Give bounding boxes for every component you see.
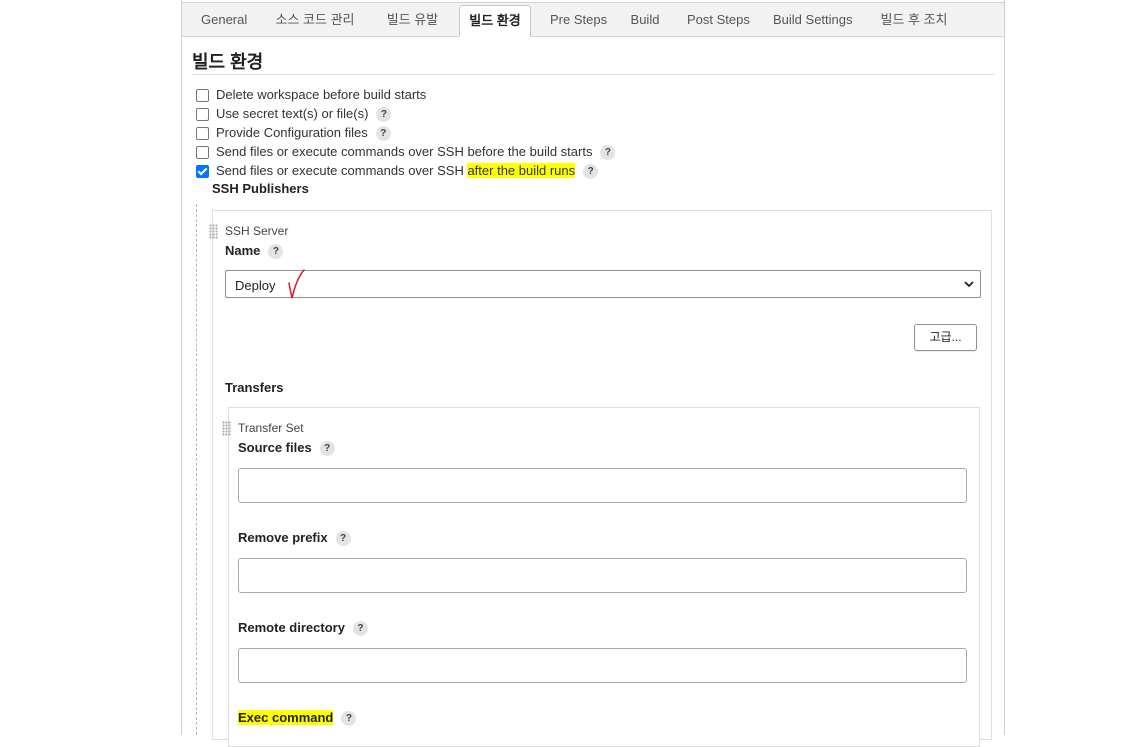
ssh-server-name-select[interactable]: Deploy	[225, 270, 981, 298]
ssh-server-heading: SSH Server	[225, 224, 289, 238]
source-files-label: Source files?	[238, 440, 335, 457]
option-label: Send files or execute commands over SSH	[216, 163, 468, 178]
help-icon[interactable]: ?	[375, 126, 391, 142]
provide-config-checkbox[interactable]	[196, 127, 209, 140]
ssh-publishers-title: SSH Publishers	[212, 181, 309, 196]
exec-command-label: Exec command?	[238, 710, 357, 727]
ssh-after-build-checkbox[interactable]	[196, 165, 209, 178]
tab-post-steps[interactable]: Post Steps	[687, 3, 750, 36]
drag-handle-icon[interactable]	[222, 421, 231, 436]
remote-directory-label: Remote directory?	[238, 620, 368, 637]
help-icon[interactable]: ?	[376, 107, 392, 123]
advanced-button[interactable]: 고급...	[914, 324, 977, 351]
remove-prefix-label: Remove prefix?	[238, 530, 351, 547]
highlighted-text: after the build runs	[467, 163, 576, 178]
section-divider	[192, 74, 995, 75]
tab-source-code-management[interactable]: 소스 코드 관리	[273, 3, 357, 36]
option-label: Send files or execute commands over SSH …	[216, 144, 593, 159]
option-label: Provide Configuration files	[216, 125, 368, 140]
remote-directory-input[interactable]	[238, 648, 967, 683]
help-icon[interactable]: ?	[319, 441, 335, 457]
drag-handle-icon[interactable]	[209, 224, 218, 239]
nesting-guide-line	[196, 204, 197, 735]
tab-post-build-actions[interactable]: 빌드 후 조치	[879, 3, 949, 36]
help-icon[interactable]: ?	[341, 711, 357, 727]
annotation-check-mark	[288, 269, 305, 299]
chevron-down-icon	[964, 281, 974, 288]
ssh-before-build-checkbox[interactable]	[196, 146, 209, 159]
help-icon[interactable]: ?	[352, 621, 368, 637]
option-label: Delete workspace before build starts	[216, 87, 427, 102]
tab-build-settings[interactable]: Build Settings	[773, 3, 853, 36]
transfers-label: Transfers	[225, 380, 284, 395]
config-tab-bar: General 소스 코드 관리 빌드 유발 빌드 환경 Pre Steps B…	[182, 2, 1004, 37]
name-label: Name?	[225, 243, 284, 260]
job-config-panel: General 소스 코드 관리 빌드 유발 빌드 환경 Pre Steps B…	[181, 0, 1005, 747]
transfer-set-heading: Transfer Set	[238, 421, 304, 435]
help-icon[interactable]: ?	[600, 145, 616, 161]
tab-build-environment[interactable]: 빌드 환경	[459, 5, 531, 37]
secret-text-checkbox[interactable]	[196, 108, 209, 121]
remove-prefix-input[interactable]	[238, 558, 967, 593]
tab-general[interactable]: General	[201, 3, 247, 36]
option-label: Use secret text(s) or file(s)	[216, 106, 369, 121]
delete-workspace-checkbox[interactable]	[196, 89, 209, 102]
help-icon[interactable]: ?	[268, 244, 284, 260]
help-icon[interactable]: ?	[583, 164, 599, 180]
tab-build-triggers[interactable]: 빌드 유발	[385, 3, 440, 36]
selected-value: Deploy	[235, 278, 276, 293]
help-icon[interactable]: ?	[335, 531, 351, 547]
source-files-input[interactable]	[238, 468, 967, 503]
tab-build[interactable]: Build	[630, 3, 660, 36]
section-title: 빌드 환경	[192, 52, 264, 72]
tab-pre-steps[interactable]: Pre Steps	[550, 3, 607, 36]
